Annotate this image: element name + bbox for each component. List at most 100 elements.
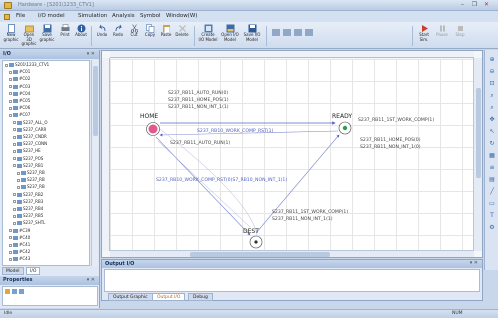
menu-file[interactable]: File	[16, 13, 25, 19]
tree-node[interactable]: #C04	[9, 91, 30, 96]
canvas-horizontal-scrollbar[interactable]	[110, 250, 474, 257]
search-icon[interactable]: ⌕	[488, 104, 496, 111]
expand-toggle-icon[interactable]	[9, 106, 12, 110]
save-graphic-button[interactable]: Save graphic	[39, 24, 55, 47]
tree-node[interactable]: #C05	[9, 98, 30, 103]
menu-symbol[interactable]: Symbol	[140, 13, 161, 19]
text-icon[interactable]: T	[488, 212, 496, 219]
close-button[interactable]: ✕	[481, 1, 492, 9]
scroll-thumb[interactable]	[476, 88, 481, 178]
tree-node[interactable]: S201\1233_CTV1	[5, 62, 49, 67]
expand-toggle-icon[interactable]	[9, 92, 12, 96]
tree-node[interactable]: #C39	[9, 228, 30, 233]
tree-scrollbar[interactable]	[91, 60, 98, 266]
undo-button[interactable]: Undo	[94, 24, 110, 47]
print-button[interactable]: Print	[57, 24, 73, 47]
tree-node[interactable]: S237_SHTL	[13, 220, 45, 226]
save-io-model-button[interactable]: Save I/O Model	[242, 24, 262, 47]
expand-toggle-icon[interactable]	[13, 200, 16, 204]
io-tree[interactable]: S201\1233_CTV1 #C01 #C02 #C03 #C04 #C05 #C06 #C…	[2, 60, 90, 266]
new-graphic-button[interactable]: New graphic	[3, 24, 19, 47]
tab-output-io[interactable]: Output I/O	[152, 293, 186, 301]
expand-toggle-icon[interactable]	[13, 221, 16, 225]
menu-window[interactable]: Window(W)	[166, 13, 197, 19]
grid-icon[interactable]: ▦	[488, 152, 496, 159]
tree-node[interactable]: S237_RB2	[13, 192, 43, 197]
pointer-icon[interactable]: ↖	[488, 128, 496, 135]
expand-toggle-icon[interactable]	[13, 128, 16, 132]
zoom-out-icon[interactable]: ⊖	[488, 68, 496, 75]
expand-toggle-icon[interactable]	[9, 243, 12, 247]
tree-node[interactable]: #C43	[9, 256, 30, 262]
redo-button[interactable]: Redo	[110, 24, 126, 47]
tree-node[interactable]: S237_RB4	[13, 206, 43, 211]
stop-simulation-button[interactable]: Stop	[452, 24, 468, 47]
rotate-icon[interactable]: ↻	[488, 140, 496, 147]
expand-toggle-icon[interactable]	[9, 229, 12, 233]
tree-node[interactable]: S237_HE	[13, 148, 41, 154]
tree-node[interactable]: S237_POS	[13, 156, 43, 161]
pane-pin-close[interactable]: ▾ ✕	[87, 51, 95, 57]
expand-toggle-icon[interactable]	[9, 257, 12, 261]
tree-node[interactable]: S237_RB1	[13, 163, 43, 168]
tree-node[interactable]: S237_RB	[17, 177, 45, 183]
expand-toggle-icon[interactable]	[13, 135, 16, 139]
cut-button[interactable]: Cut	[126, 24, 142, 47]
delete-button[interactable]: Delete	[174, 24, 190, 47]
dest-to-home-transition[interactable]	[157, 140, 251, 228]
tree-node[interactable]: S237_RB3	[13, 199, 43, 204]
tree-node[interactable]: #C03	[9, 84, 30, 89]
expand-toggle-icon[interactable]	[13, 157, 16, 161]
properties-toolbar-icons[interactable]	[5, 289, 29, 295]
pan-icon[interactable]: ✥	[488, 116, 496, 123]
expand-toggle-icon[interactable]	[9, 99, 12, 103]
expand-toggle-icon[interactable]	[17, 171, 20, 175]
small-tools-icon-group[interactable]	[272, 28, 322, 38]
maximize-button[interactable]: ❐	[469, 1, 480, 9]
expand-toggle-icon[interactable]	[9, 85, 12, 89]
tab-model[interactable]: Model	[2, 267, 24, 275]
scroll-thumb[interactable]	[93, 66, 98, 136]
properties-pin-close[interactable]: ▾ ✕	[87, 277, 95, 283]
canvas-vertical-scrollbar[interactable]	[473, 58, 482, 251]
align-icon[interactable]: ≡	[488, 164, 496, 171]
tree-node[interactable]: S237_CNDR	[13, 134, 47, 139]
expand-toggle-icon[interactable]	[13, 121, 16, 125]
tree-node[interactable]: S237_RB	[17, 184, 45, 190]
tree-node[interactable]: S237_ALL_O	[13, 120, 48, 125]
about-button[interactable]: About	[73, 24, 89, 47]
create-io-model-button[interactable]: Create I/O Model	[198, 24, 218, 47]
tree-node[interactable]: #C02	[9, 76, 30, 82]
expand-toggle-icon[interactable]	[13, 164, 16, 168]
expand-toggle-icon[interactable]	[13, 149, 16, 153]
expand-toggle-icon[interactable]	[9, 236, 12, 240]
menu-simulation[interactable]: Simulation	[78, 13, 107, 19]
zoom-in-icon[interactable]: ⊕	[488, 56, 496, 63]
expand-toggle-icon[interactable]	[13, 207, 16, 211]
output-pin-close[interactable]: ▾ ✕	[470, 260, 478, 266]
home-to-dest-transition[interactable]	[155, 136, 251, 236]
menu-io-model[interactable]: I/O model	[38, 13, 65, 19]
paste-button[interactable]: Paste	[158, 24, 174, 47]
expand-toggle-icon[interactable]	[9, 113, 12, 117]
diagram-canvas[interactable]: HOME READY DEST S237_RB11_AUTO_RUN(0) S2…	[110, 59, 474, 251]
expand-toggle-icon[interactable]	[17, 178, 20, 182]
rect-icon[interactable]: ▭	[488, 200, 496, 207]
expand-toggle-icon[interactable]	[9, 70, 12, 74]
tree-node[interactable]: #C06	[9, 105, 30, 111]
tree-node[interactable]: S237_RB5	[13, 213, 43, 219]
tree-node[interactable]: #C40	[9, 235, 30, 240]
expand-toggle-icon[interactable]	[13, 193, 16, 197]
output-log[interactable]	[104, 269, 480, 292]
layer-icon[interactable]: ▤	[488, 176, 496, 183]
scroll-thumb[interactable]	[190, 252, 330, 257]
minimize-button[interactable]: –	[457, 1, 468, 9]
zoom-fit-icon[interactable]: ⊡	[488, 80, 496, 87]
expand-toggle-icon[interactable]	[9, 250, 12, 254]
line-icon[interactable]: ╱	[488, 188, 496, 195]
expand-toggle-icon[interactable]	[13, 214, 16, 218]
pause-simulation-button[interactable]: Pause	[434, 24, 450, 47]
tab-output-graphic[interactable]: Output Graphic	[108, 293, 153, 301]
open-io-model-button[interactable]: Open I/O Model	[220, 24, 240, 47]
tree-node[interactable]: #C42	[9, 249, 30, 255]
